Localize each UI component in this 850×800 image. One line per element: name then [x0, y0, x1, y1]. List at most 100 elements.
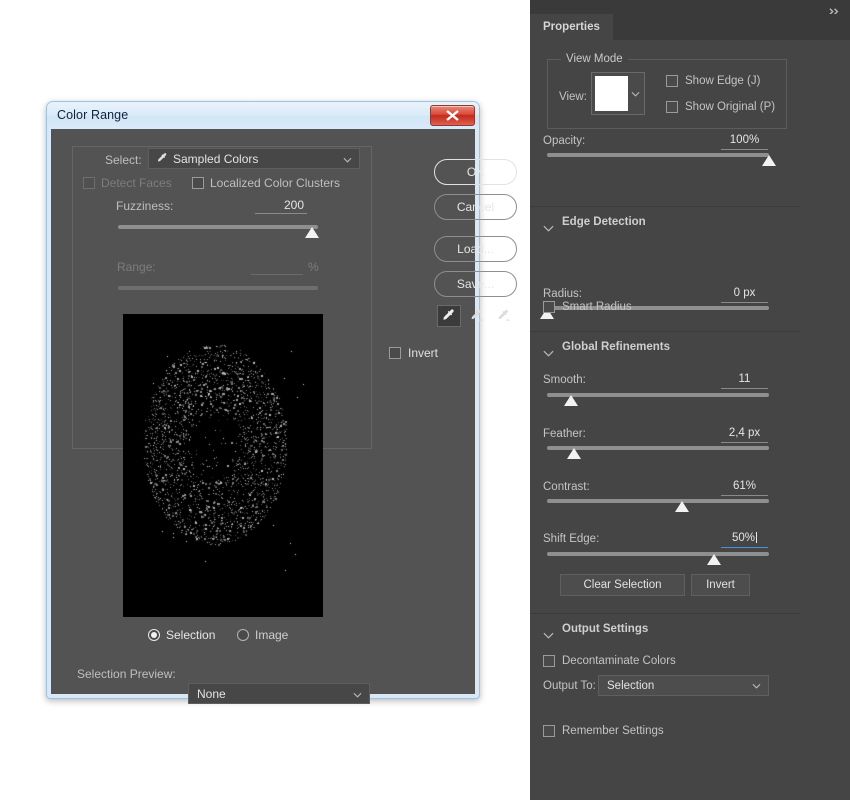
smooth-slider-thumb[interactable]	[564, 395, 579, 406]
view-mode-title: View Mode	[561, 53, 628, 65]
feather-label: Feather:	[543, 428, 586, 440]
eyedropper-subtract-icon	[498, 309, 510, 321]
properties-panel: Properties View Mode View: Show Edge (J)…	[530, 0, 850, 800]
chevron-down-icon	[543, 350, 554, 357]
remember-settings-label: Remember Settings	[562, 725, 664, 737]
show-original-label: Show Original (P)	[685, 101, 776, 113]
chevron-down-icon	[353, 687, 362, 701]
view-mode-swatch-dropdown[interactable]	[591, 72, 645, 115]
range-slider-track[interactable]	[118, 286, 318, 290]
contrast-label: Contrast:	[543, 481, 590, 493]
eyedropper-sample-icon	[443, 309, 454, 320]
eyedropper-sample-tool[interactable]	[437, 305, 461, 327]
opacity-label: Opacity:	[543, 135, 586, 147]
eyedropper-add-icon	[471, 309, 483, 322]
contrast-slider-thumb[interactable]	[675, 501, 690, 512]
show-edge-checkbox[interactable]	[666, 75, 678, 87]
output-to-value: Selection	[607, 679, 655, 692]
shift-edge-slider-thumb[interactable]	[706, 554, 721, 565]
contrast-slider-track[interactable]	[547, 499, 769, 503]
fuzziness-slider-track[interactable]	[118, 225, 318, 229]
chevron-down-icon	[631, 91, 640, 97]
dialog-body: Select: Sampled Colors Detect Faces Loca…	[51, 129, 517, 704]
selection-preview-image[interactable]	[123, 314, 323, 617]
panel-tabstrip: Properties	[530, 14, 850, 40]
edge-detection-collapse-chevron[interactable]	[543, 219, 554, 237]
selection-preview-value: None	[197, 686, 226, 701]
feather-slider-thumb[interactable]	[566, 448, 581, 459]
shift-edge-value[interactable]: 50%	[721, 532, 768, 548]
dialog-titlebar: Color Range	[47, 102, 479, 129]
localized-color-clusters-label: Localized Color Clusters	[210, 176, 341, 190]
contrast-value[interactable]: 61%	[721, 480, 768, 496]
selection-preview-label: Selection Preview:	[77, 667, 176, 681]
panel-scroll-gutter	[800, 40, 850, 800]
panel-content: View Mode View: Show Edge (J) Show Origi…	[530, 40, 800, 800]
smooth-slider-track[interactable]	[547, 393, 769, 397]
ok-button[interactable]: OK	[434, 159, 517, 185]
remember-settings-checkbox[interactable]	[543, 725, 555, 737]
fuzziness-label: Fuzziness:	[116, 199, 174, 213]
smooth-value[interactable]: 11	[721, 373, 768, 389]
divider	[530, 613, 800, 614]
radio-selection-label: Selection	[166, 628, 216, 642]
eyedropper-subtract-tool[interactable]	[491, 305, 515, 327]
invert-checkbox[interactable]	[389, 347, 401, 359]
save-button[interactable]: Save...	[434, 271, 517, 297]
divider	[530, 206, 800, 207]
global-refinements-collapse-chevron[interactable]	[543, 344, 554, 362]
localized-color-clusters-checkbox[interactable]	[192, 177, 204, 189]
cancel-button[interactable]: Cancel	[434, 194, 517, 220]
edge-detection-title[interactable]: Edge Detection	[562, 216, 646, 228]
show-original-checkbox[interactable]	[666, 101, 678, 113]
range-label: Range:	[117, 260, 156, 274]
feather-value[interactable]: 2,4 px	[721, 427, 768, 443]
view-mode-swatch	[595, 76, 628, 111]
load-button[interactable]: Load...	[434, 236, 517, 262]
opacity-value[interactable]: 100%	[721, 134, 768, 150]
view-label: View:	[559, 91, 587, 103]
radio-image[interactable]	[237, 629, 249, 641]
detect-faces-checkbox[interactable]	[83, 177, 95, 189]
chevron-down-icon	[343, 152, 352, 166]
range-unit: %	[308, 260, 319, 274]
close-button[interactable]	[430, 105, 475, 126]
select-dropdown-value: Sampled Colors	[173, 151, 259, 166]
divider	[530, 331, 800, 332]
radio-image-label: Image	[255, 628, 289, 642]
selection-preview-dropdown[interactable]: None	[188, 683, 370, 704]
select-dropdown[interactable]: Sampled Colors	[148, 148, 360, 169]
invert-button[interactable]: Invert	[691, 574, 750, 596]
detect-faces-label: Detect Faces	[101, 176, 172, 190]
opacity-slider-track[interactable]	[547, 153, 769, 157]
shift-edge-slider-track[interactable]	[547, 552, 769, 556]
radio-selection[interactable]	[148, 629, 160, 641]
eyedropper-add-tool[interactable]	[464, 305, 488, 327]
chevron-down-icon	[543, 632, 554, 639]
output-settings-title[interactable]: Output Settings	[562, 623, 648, 635]
close-x-icon	[446, 110, 459, 121]
range-value[interactable]	[251, 259, 303, 275]
text-caret	[756, 532, 758, 543]
clear-selection-button[interactable]: Clear Selection	[560, 574, 685, 596]
decontaminate-colors-label: Decontaminate Colors	[562, 655, 676, 667]
smooth-label: Smooth:	[543, 374, 586, 386]
chevron-down-icon	[543, 225, 554, 232]
panel-topbar	[530, 0, 850, 15]
tab-properties[interactable]: Properties	[530, 14, 613, 40]
global-refinements-title[interactable]: Global Refinements	[562, 341, 670, 353]
color-range-dialog: Color Range Select: Sampled Colors Detec…	[46, 101, 517, 704]
shift-edge-text: 50%	[731, 532, 756, 544]
screen-root: Color Range Select: Sampled Colors Detec…	[0, 0, 850, 800]
fuzziness-slider-thumb[interactable]	[305, 227, 319, 238]
view-mode-chevron[interactable]	[628, 73, 644, 114]
output-to-label: Output To:	[543, 680, 596, 692]
radius-value[interactable]: 0 px	[721, 287, 768, 303]
opacity-slider-thumb[interactable]	[762, 155, 776, 166]
output-settings-collapse-chevron[interactable]	[543, 626, 554, 644]
smart-radius-checkbox[interactable]	[543, 301, 555, 313]
output-to-dropdown[interactable]: Selection	[598, 675, 769, 696]
fuzziness-value[interactable]: 200	[255, 198, 307, 214]
show-edge-label: Show Edge (J)	[685, 75, 761, 87]
decontaminate-colors-checkbox[interactable]	[543, 655, 555, 667]
